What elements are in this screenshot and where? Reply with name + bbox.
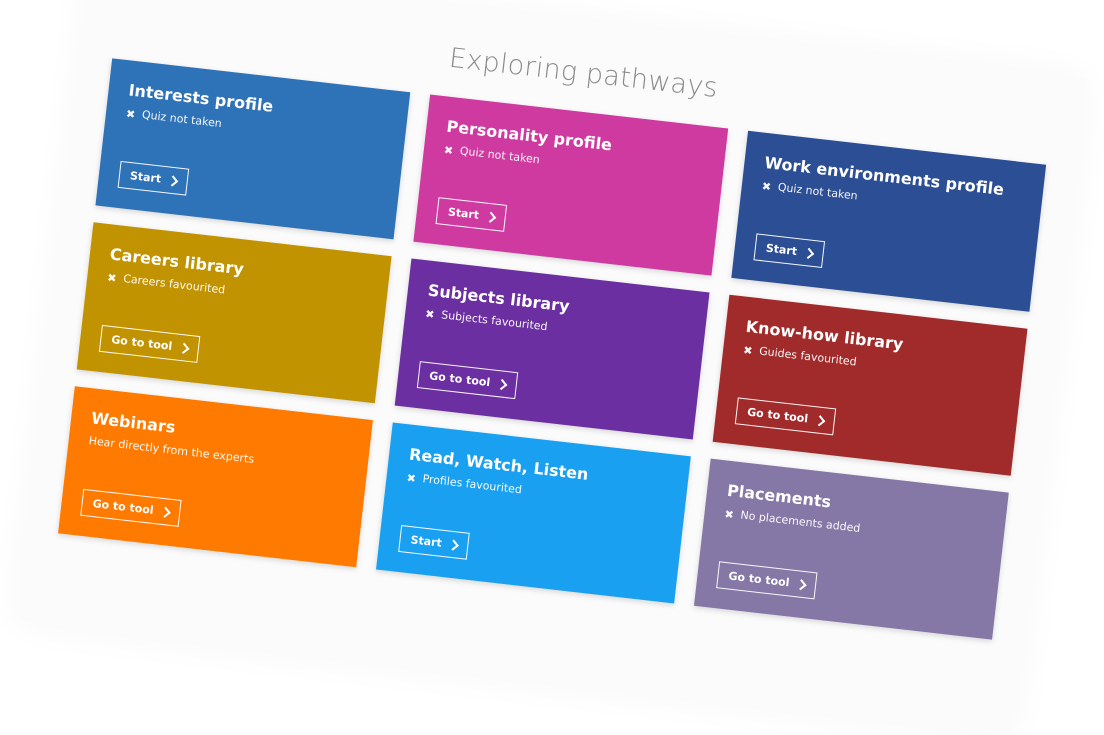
button-label: Start: [409, 533, 443, 550]
card-subjects-library: Subjects library ✖ Subjects favourited G…: [394, 258, 710, 440]
button-label: Start: [129, 169, 162, 186]
button-label: Go to tool: [746, 405, 809, 426]
x-icon: ✖: [723, 507, 735, 522]
card-webinars: Webinars Hear directly from the experts …: [58, 386, 373, 568]
status-text: Quiz not taken: [459, 144, 541, 167]
chevron-right-icon: [178, 342, 190, 354]
x-icon: ✖: [761, 179, 772, 194]
card-personality-profile: Personality profile ✖ Quiz not taken Sta…: [413, 94, 729, 276]
x-icon: ✖: [443, 143, 454, 157]
x-icon: ✖: [405, 470, 417, 485]
go-to-tool-button[interactable]: Go to tool: [734, 397, 837, 436]
x-icon: ✖: [424, 306, 436, 321]
go-to-tool-button[interactable]: Go to tool: [80, 488, 182, 527]
x-icon: ✖: [106, 270, 118, 285]
button-label: Go to tool: [91, 497, 155, 517]
card-know-how-library: Know-how library ✖ Guides favourited Go …: [712, 294, 1028, 476]
chevron-right-icon: [159, 506, 172, 518]
card-careers-library: Careers library ✖ Careers favourited Go …: [76, 222, 392, 404]
go-to-tool-button[interactable]: Go to tool: [716, 561, 818, 600]
status-text: Guides favourited: [758, 344, 858, 369]
chevron-right-icon: [448, 538, 460, 551]
start-button[interactable]: Start: [398, 525, 471, 560]
chevron-right-icon: [795, 578, 807, 590]
button-label: Go to tool: [110, 333, 173, 353]
button-label: Start: [447, 205, 480, 222]
start-button[interactable]: Start: [753, 233, 826, 269]
chevron-right-icon: [803, 247, 815, 259]
chevron-right-icon: [814, 414, 826, 426]
card-placements: Placements ✖ No placements added Go to t…: [693, 458, 1009, 640]
start-button[interactable]: Start: [435, 197, 508, 232]
start-button[interactable]: Start: [117, 160, 190, 196]
card-read-watch-listen: Read, Watch, Listen ✖ Profiles favourite…: [376, 422, 691, 604]
status-text: Quiz not taken: [141, 108, 223, 131]
chevron-right-icon: [167, 174, 179, 187]
go-to-tool-button[interactable]: Go to tool: [98, 324, 201, 363]
button-label: Start: [765, 241, 798, 259]
x-icon: ✖: [742, 343, 754, 358]
card-work-environments-profile: Work environments profile ✖ Quiz not tak…: [731, 130, 1047, 312]
x-icon: ✖: [125, 106, 136, 121]
status-text: Quiz not taken: [777, 180, 859, 203]
button-label: Go to tool: [428, 369, 491, 390]
dashboard-panel: Exploring pathways Interests profile ✖ Q…: [17, 0, 1087, 735]
card-interests-profile: Interests profile ✖ Quiz not taken Start: [95, 58, 411, 240]
status-text: Profiles favourited: [421, 472, 523, 497]
go-to-tool-button[interactable]: Go to tool: [416, 361, 519, 400]
chevron-right-icon: [485, 211, 497, 223]
chevron-right-icon: [496, 378, 508, 390]
button-label: Go to tool: [727, 569, 791, 590]
screenshot-stage: Exploring pathways Interests profile ✖ Q…: [0, 0, 1104, 735]
